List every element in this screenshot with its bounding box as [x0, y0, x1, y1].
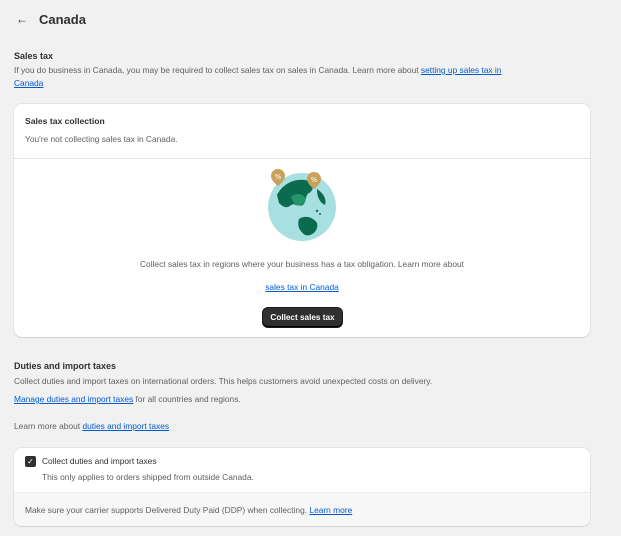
empty-state-link-row: sales tax in Canada [14, 282, 590, 292]
sales-tax-description: If you do business in Canada, you may be… [14, 64, 574, 90]
card-title: Sales tax collection [25, 116, 105, 126]
collect-duties-checkbox[interactable]: ✓ [25, 456, 36, 467]
card-divider [14, 158, 590, 159]
card-footer: Make sure your carrier supports Delivere… [14, 492, 590, 526]
manage-duties-suffix: for all countries and regions. [133, 394, 241, 404]
sales-tax-desc-text: If you do business in Canada, you may be… [14, 65, 421, 75]
ddp-note-text: Make sure your carrier supports Delivere… [25, 505, 310, 515]
page-header: ← Canada [14, 11, 86, 27]
collect-sales-tax-button[interactable]: Collect sales tax [263, 308, 342, 327]
arrow-left-icon[interactable]: ← [14, 11, 30, 27]
card-subtitle: You're not collecting sales tax in Canad… [25, 134, 178, 144]
svg-text:%: % [275, 173, 282, 181]
ddp-note: Make sure your carrier supports Delivere… [25, 505, 352, 515]
duties-and-import-taxes-link[interactable]: duties and import taxes [82, 421, 169, 431]
sales-tax-collection-card: Sales tax collection You're not collecti… [14, 104, 590, 337]
checkbox-label[interactable]: Collect duties and import taxes [42, 456, 157, 466]
learn-more-prefix: Learn more about [14, 421, 83, 431]
learn-more-duties-row: Learn more about duties and import taxes [14, 420, 169, 433]
duties-description: Collect duties and import taxes on inter… [14, 376, 433, 386]
learn-more-link[interactable]: Learn more [309, 505, 352, 515]
sales-tax-in-canada-link[interactable]: sales tax in Canada [265, 282, 339, 292]
svg-text:%: % [311, 176, 318, 184]
sales-tax-heading: Sales tax [14, 51, 54, 61]
duties-heading: Duties and import taxes [14, 361, 117, 371]
empty-state-text: Collect sales tax in regions where your … [139, 259, 465, 269]
duties-card: ✓ Collect duties and import taxes This o… [14, 448, 590, 526]
page-title: Canada [39, 11, 86, 27]
checkbox-help-text: This only applies to orders shipped from… [42, 472, 254, 482]
globe-tax-icon: % % [268, 169, 336, 241]
manage-duties-row: Manage duties and import taxes for all c… [14, 393, 241, 406]
manage-duties-link[interactable]: Manage duties and import taxes [14, 394, 133, 404]
